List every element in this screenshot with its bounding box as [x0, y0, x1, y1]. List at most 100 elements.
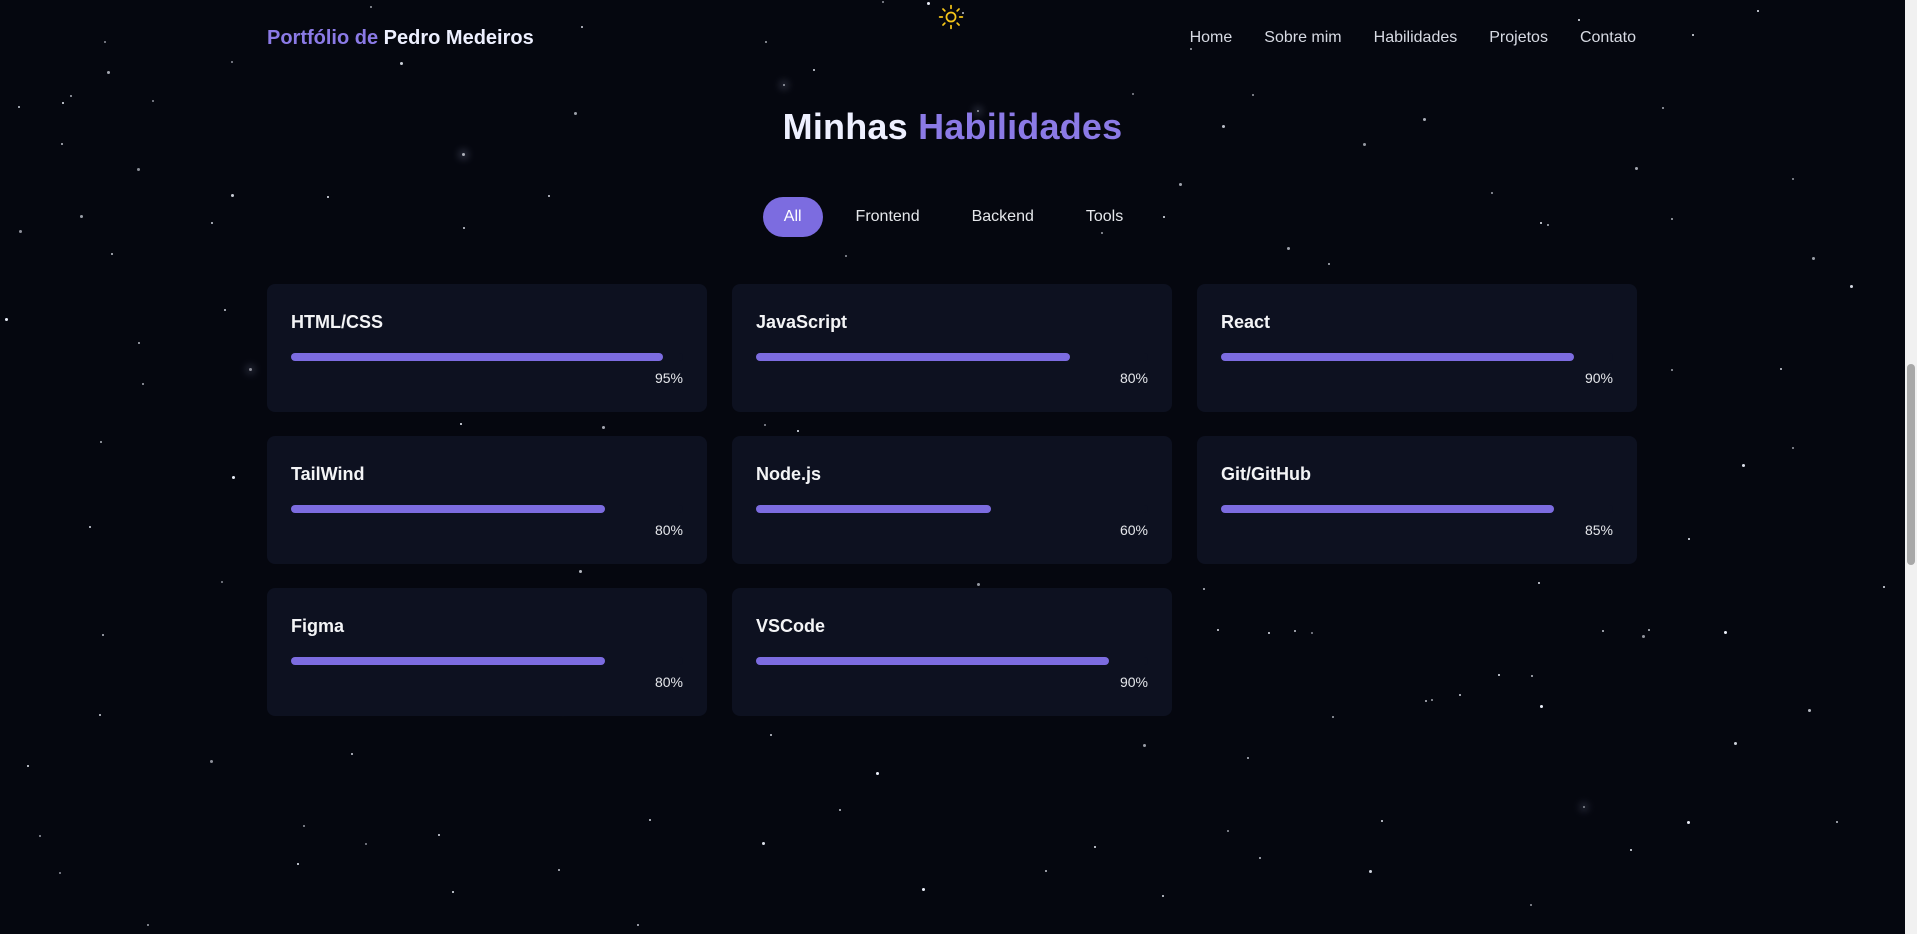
star	[1132, 93, 1134, 95]
star	[922, 888, 925, 891]
star	[649, 819, 651, 821]
skill-card: TailWind 80%	[267, 436, 707, 564]
skill-progress-fill	[756, 353, 1070, 361]
top-navbar: Portfólio de Pedro Medeiros Home Sobre m…	[0, 0, 1905, 76]
skill-card: Node.js 60%	[732, 436, 1172, 564]
section-title: Minhas Habilidades	[0, 106, 1905, 148]
theme-toggle-button[interactable]	[937, 3, 965, 31]
star	[438, 834, 440, 836]
star	[845, 255, 847, 257]
star	[62, 102, 64, 104]
star	[1530, 904, 1532, 906]
star	[365, 843, 367, 845]
star	[70, 95, 72, 97]
star	[1630, 849, 1632, 851]
nav-link-sobre-mim[interactable]: Sobre mim	[1264, 29, 1341, 47]
skill-card: Figma 80%	[267, 588, 707, 716]
star	[1094, 846, 1096, 848]
skill-card: VSCode 90%	[732, 588, 1172, 716]
star	[1808, 709, 1811, 712]
skill-name: Git/GitHub	[1221, 464, 1311, 484]
star	[1328, 263, 1330, 265]
star	[462, 153, 465, 156]
star	[1850, 285, 1853, 288]
star	[876, 772, 879, 775]
star	[1162, 895, 1164, 897]
skill-name: VSCode	[756, 616, 826, 636]
star	[558, 869, 560, 871]
section-title-first-word: Minhas	[782, 106, 908, 147]
vertical-scrollbar[interactable]	[1905, 0, 1917, 934]
star	[452, 891, 454, 893]
brand-name: Pedro Medeiros	[383, 27, 534, 49]
scrollbar-thumb[interactable]	[1907, 364, 1915, 565]
star	[232, 476, 235, 479]
filter-all-button[interactable]: All	[762, 197, 823, 237]
skill-percentage: 80%	[654, 674, 683, 690]
skill-progress-fill	[1221, 505, 1554, 513]
nav-link-contato[interactable]: Contato	[1580, 29, 1636, 47]
star	[1688, 538, 1690, 540]
star	[138, 342, 140, 344]
star	[1780, 368, 1782, 370]
star	[1179, 183, 1182, 186]
star	[100, 441, 102, 443]
nav-link-projetos[interactable]: Projetos	[1489, 29, 1548, 47]
star	[1648, 629, 1650, 631]
star	[1635, 167, 1638, 170]
filter-backend-button[interactable]: Backend	[953, 197, 1053, 237]
skill-progress-track	[291, 505, 683, 513]
star	[89, 526, 91, 528]
star	[249, 368, 252, 371]
star	[1381, 820, 1383, 822]
brand-logo[interactable]: Portfólio de Pedro Medeiros	[267, 27, 534, 50]
skill-name: TailWind	[291, 464, 365, 484]
filter-frontend-button[interactable]: Frontend	[837, 197, 939, 237]
star	[111, 253, 113, 255]
skill-progress-track	[1221, 353, 1613, 361]
skill-filter-tabs: All Frontend Backend Tools	[0, 197, 1905, 237]
skill-percentage: 90%	[1119, 674, 1148, 690]
star	[1252, 94, 1254, 96]
star	[303, 825, 305, 827]
star	[1491, 192, 1493, 194]
star	[1734, 742, 1737, 745]
star	[637, 924, 639, 926]
skill-progress-track	[291, 657, 683, 665]
star	[762, 842, 765, 845]
star	[1045, 870, 1047, 872]
star	[27, 765, 29, 767]
star	[1332, 716, 1334, 718]
brand-prefix: Portfólio de	[267, 27, 379, 49]
star	[1883, 586, 1885, 588]
skill-percentage: 90%	[1584, 370, 1613, 386]
skill-progress-fill	[756, 505, 991, 513]
skill-percentage: 85%	[1584, 522, 1613, 538]
star	[1287, 247, 1290, 250]
section-title-highlight: Habilidades	[918, 106, 1123, 147]
star	[783, 84, 785, 86]
star	[59, 872, 61, 874]
star	[142, 383, 144, 385]
skill-card: JavaScript 80%	[732, 284, 1172, 412]
star	[1642, 635, 1645, 638]
skill-card: Git/GitHub 85%	[1197, 436, 1637, 564]
nav-link-habilidades[interactable]: Habilidades	[1374, 29, 1458, 47]
star	[152, 100, 154, 102]
star	[5, 318, 8, 321]
star	[1742, 464, 1745, 467]
star	[102, 634, 104, 636]
star	[1143, 744, 1146, 747]
skill-card: React 90%	[1197, 284, 1637, 412]
star	[1836, 821, 1838, 823]
skill-progress-fill	[291, 353, 663, 361]
star	[1812, 257, 1815, 260]
page: Portfólio de Pedro Medeiros Home Sobre m…	[0, 0, 1917, 934]
skill-progress-fill	[756, 657, 1109, 665]
nav-link-home[interactable]: Home	[1190, 29, 1233, 47]
skill-progress-fill	[291, 505, 605, 513]
skill-progress-fill	[1221, 353, 1574, 361]
filter-tools-button[interactable]: Tools	[1067, 197, 1142, 237]
star	[137, 168, 140, 171]
skill-percentage: 80%	[654, 522, 683, 538]
